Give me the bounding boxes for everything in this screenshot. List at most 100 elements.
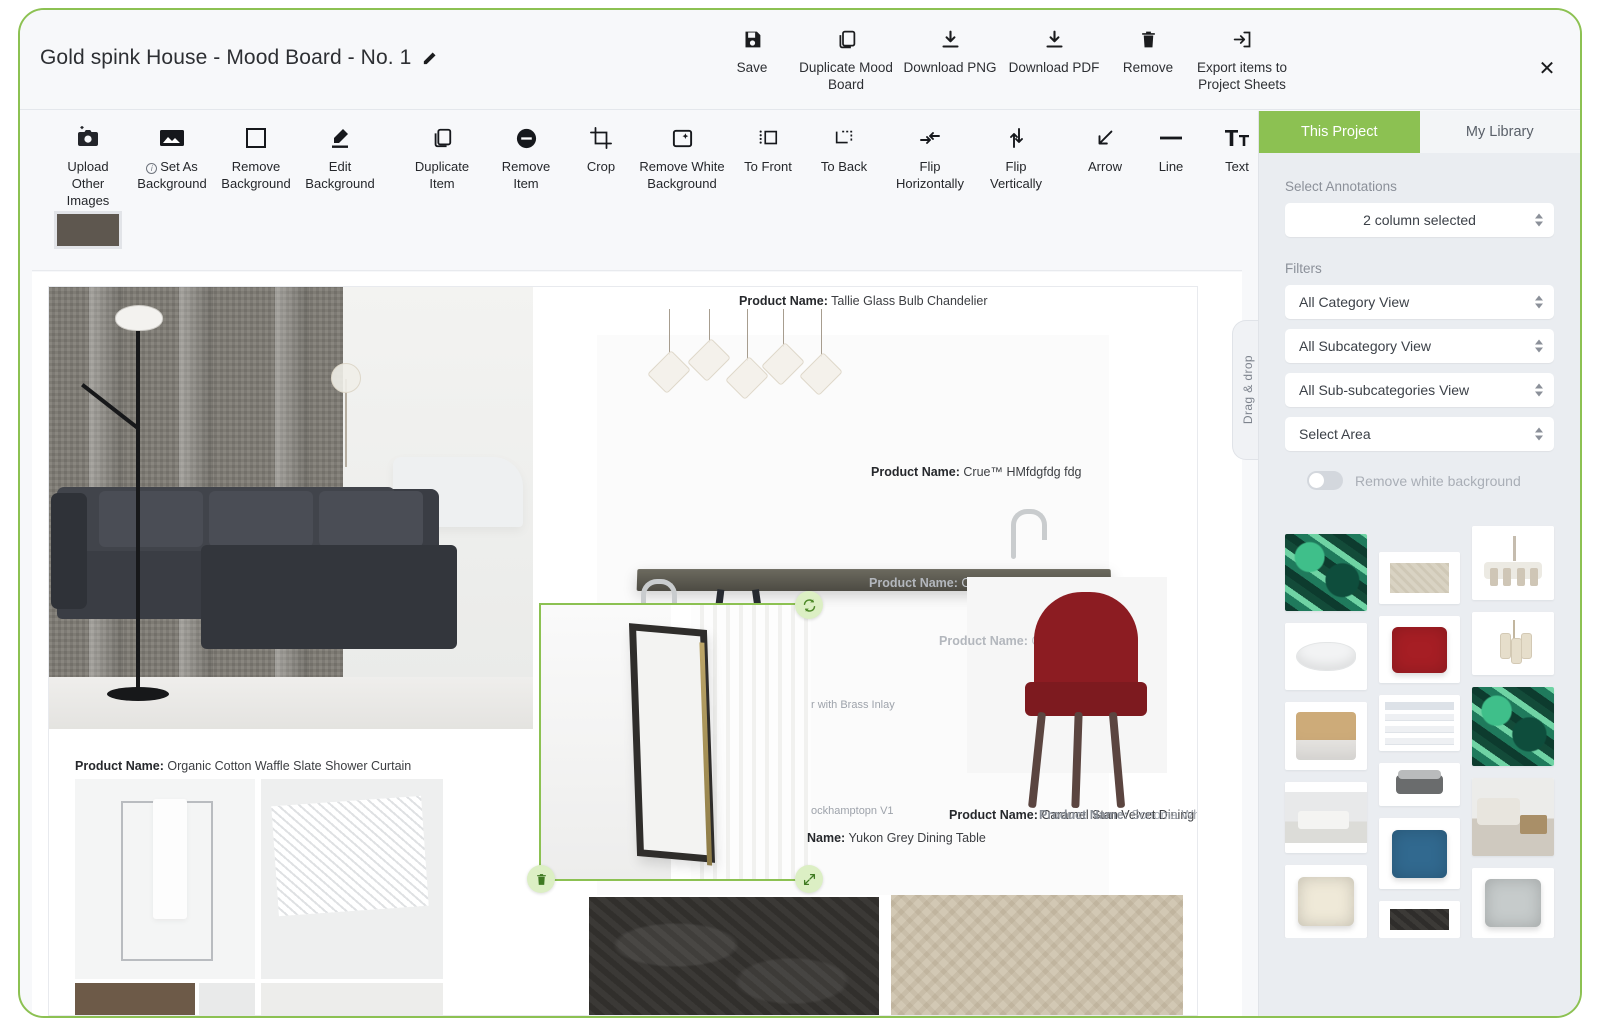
remove-item-tool[interactable]: Remove Item: [484, 119, 568, 199]
stepper-icon: [1535, 339, 1543, 353]
text-label: Text: [1225, 159, 1249, 174]
thumbnail-green-abstract-art[interactable]: [1285, 534, 1367, 611]
background-color-swatch[interactable]: [54, 211, 122, 249]
dining-chair-back[interactable]: [1034, 592, 1138, 696]
thumbnail-glass-pendant-light[interactable]: [1472, 611, 1555, 676]
chandelier-bulb: [761, 342, 805, 386]
tool-list: Upload Other Images iSet As Background: [46, 119, 1270, 216]
canvas-area[interactable]: Product Name: Tallie Glass Bulb Chandeli…: [32, 272, 1242, 1016]
duplicate-icon: [836, 28, 857, 50]
edit-background-label: Edit Background: [305, 159, 375, 191]
remove-background-tool[interactable]: Remove Background: [214, 119, 298, 199]
floor-area: [49, 677, 533, 729]
delete-handle[interactable]: [527, 865, 555, 893]
save-icon: [742, 28, 763, 50]
tab-this-project[interactable]: This Project: [1259, 111, 1420, 153]
remove-background-label: Remove Background: [221, 159, 291, 191]
filter-subcategory-value: All Subcategory View: [1299, 338, 1432, 354]
set-as-background-tool[interactable]: i Set As Background: [130, 119, 214, 199]
bath-mat-tile[interactable]: [261, 779, 443, 979]
living-room-image[interactable]: [49, 287, 533, 729]
arrow-tool[interactable]: Arrow: [1072, 119, 1138, 182]
to-back-tool[interactable]: To Back: [806, 119, 882, 182]
light-tile[interactable]: [261, 983, 443, 1015]
thumbnail-column-2: [1378, 508, 1461, 938]
filter-area-select[interactable]: Select Area: [1285, 417, 1554, 451]
thumbnail-beige-fabric-swatch[interactable]: [1378, 552, 1461, 605]
flip-horizontally-tool[interactable]: Flip Horizontally: [882, 119, 978, 199]
product-label-brass-inlay: r with Brass Inlay: [811, 699, 895, 711]
mood-board-canvas[interactable]: Product Name: Tallie Glass Bulb Chandeli…: [48, 286, 1198, 1016]
thumbnail-green-abstract-art-2[interactable]: [1472, 687, 1555, 767]
beige-pattern-rug[interactable]: [891, 895, 1183, 1015]
export-icon: [1232, 28, 1253, 50]
line-tool[interactable]: Line: [1138, 119, 1204, 182]
stepper-icon: [1535, 213, 1543, 227]
download-pdf-button[interactable]: Download PDF: [1002, 24, 1106, 80]
select-annotations-label: Select Annotations: [1285, 179, 1397, 194]
sofa-cushion: [319, 491, 423, 547]
tab-my-library[interactable]: My Library: [1419, 111, 1580, 153]
filter-sub-subcategory-value: All Sub-subcategories View: [1299, 382, 1470, 398]
to-front-tool[interactable]: To Front: [730, 119, 806, 182]
remove-label: Remove: [1122, 60, 1174, 75]
save-button[interactable]: Save: [710, 24, 794, 80]
towel-rack-tile[interactable]: [75, 779, 255, 979]
export-items-label: Export items to Project Sheets: [1196, 60, 1288, 93]
pendant-glass: [331, 363, 361, 393]
dark-floral-rug[interactable]: [589, 897, 879, 1015]
download-png-button[interactable]: Download PNG: [898, 24, 1002, 80]
thumbnail-freestanding-bathtub[interactable]: [1285, 622, 1367, 691]
edit-background-tool[interactable]: Edit Background: [298, 119, 382, 199]
duplicate-mood-board-label: Duplicate Mood Board: [799, 60, 893, 93]
pencil-icon[interactable]: [421, 50, 438, 67]
stepper-icon: [1535, 295, 1543, 309]
thumbnail-grid[interactable]: [1259, 490, 1580, 938]
close-icon[interactable]: ✕: [1536, 58, 1558, 80]
crop-tool[interactable]: Crop: [568, 119, 634, 182]
thumbnail-red-velvet-pillow[interactable]: [1378, 616, 1461, 684]
annotations-value: 2 column selected: [1363, 212, 1476, 228]
duplicate-icon: [431, 125, 453, 151]
filter-subcategory-select[interactable]: All Subcategory View: [1285, 329, 1554, 363]
flip-vertically-label: Flip Vertically: [989, 159, 1043, 191]
thumbnail-dark-textured-rug[interactable]: [1378, 901, 1461, 938]
thumbnail-grey-interior-render[interactable]: [1285, 781, 1367, 853]
background-swatch-row: [54, 211, 122, 249]
selected-item-mirror[interactable]: [527, 591, 823, 893]
resize-handle[interactable]: [795, 865, 823, 893]
thumbnail-grey-pillow[interactable]: [1472, 867, 1555, 938]
dining-chair-seat: [1025, 682, 1147, 716]
floor-lamp-pole: [136, 311, 140, 693]
filter-category-select[interactable]: All Category View: [1285, 285, 1554, 319]
pencil-edit-icon: [328, 125, 352, 151]
sofa-cushion: [99, 491, 203, 547]
upload-other-images-tool[interactable]: Upload Other Images: [46, 119, 130, 216]
header-actions: Save Duplicate Mood Board Download PNG D…: [710, 24, 1294, 98]
image-icon: [159, 125, 185, 151]
thumbnail-spreadsheet-screenshot[interactable]: [1378, 695, 1461, 751]
thumbnail-drum-chandelier[interactable]: [1472, 526, 1555, 600]
thumbnail-cream-pillow[interactable]: [1285, 864, 1367, 938]
thumbnail-blue-velvet-pillow[interactable]: [1378, 818, 1461, 890]
wood-tile[interactable]: [75, 983, 195, 1015]
white-tile[interactable]: [199, 983, 255, 1015]
export-items-button[interactable]: Export items to Project Sheets: [1190, 24, 1294, 98]
title-area: Gold spink House - Mood Board - No. 1: [40, 46, 438, 70]
annotations-select[interactable]: 2 column selected: [1285, 203, 1554, 237]
thumbnail-woven-lounge-chair[interactable]: [1285, 702, 1367, 770]
remove-white-background-row: Remove white background: [1285, 471, 1554, 490]
to-front-label: To Front: [744, 159, 792, 174]
duplicate-mood-board-button[interactable]: Duplicate Mood Board: [794, 24, 898, 98]
thumbnail-living-room-scene[interactable]: [1472, 778, 1555, 856]
remove-white-background-tool[interactable]: Remove White Background: [634, 119, 730, 199]
remove-button[interactable]: Remove: [1106, 24, 1190, 80]
thumbnail-grey-sofa[interactable]: [1378, 762, 1461, 807]
remove-white-background-toggle[interactable]: [1307, 471, 1343, 490]
rotate-handle[interactable]: [795, 591, 823, 619]
flip-vertically-tool[interactable]: Flip Vertically: [978, 119, 1054, 199]
chandelier-image[interactable]: [647, 309, 847, 434]
filter-sub-subcategory-select[interactable]: All Sub-subcategories View: [1285, 373, 1554, 407]
duplicate-item-tool[interactable]: Duplicate Item: [400, 119, 484, 199]
right-sidebar: This Project My Library Select Annotatio…: [1258, 111, 1580, 1016]
